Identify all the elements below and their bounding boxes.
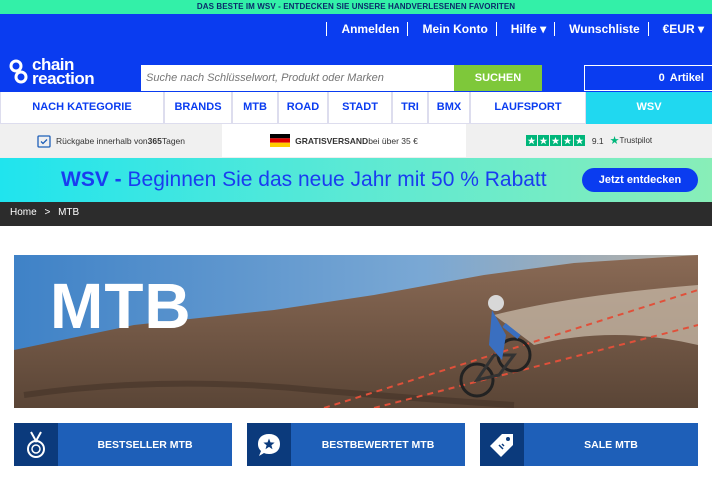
german-flag-icon	[270, 134, 291, 147]
nav-item-wsv[interactable]: WSV	[586, 92, 712, 124]
hero-banner: MTB	[14, 255, 698, 408]
breadcrumb-separator: >	[44, 207, 51, 218]
category-sale-mtb[interactable]: SALE MTB	[480, 423, 698, 466]
price-tag-icon	[480, 423, 524, 466]
search-bar: SUCHE N	[141, 65, 542, 91]
nav-item-tri[interactable]: TRI	[392, 92, 428, 124]
discover-now-button[interactable]: Jetzt entdecken	[582, 168, 698, 192]
nav-item-stadt[interactable]: STADT	[328, 92, 392, 124]
top-announcement-bar[interactable]: DAS BESTE IM WSV - ENTDECKEN SIE UNSERE …	[0, 0, 712, 14]
shipping-info: GRATISVERSAND bei über 35 €	[222, 124, 466, 157]
search-input[interactable]	[141, 65, 454, 91]
medal-icon	[14, 423, 58, 466]
trustpilot-stars-icon	[525, 134, 585, 146]
announcement-text[interactable]: DAS BESTE IM WSV - ENTDECKEN SIE UNSERE …	[197, 2, 515, 11]
category-label: BESTBEWERTET MTB	[321, 438, 435, 451]
breadcrumb-current: MTB	[58, 207, 80, 218]
category-top-rated-mtb[interactable]: BESTBEWERTET MTB	[247, 423, 465, 466]
star-bubble-icon	[247, 423, 291, 466]
cart-button[interactable]: 0 Artikel	[584, 65, 712, 91]
nav-item-brands[interactable]: BRANDS	[164, 92, 232, 124]
rating-score: 9.1	[591, 135, 604, 146]
cart-label: Artikel	[669, 72, 704, 84]
currency-dropdown[interactable]: €EUR ▾	[647, 22, 712, 36]
cart-count: 0	[658, 72, 665, 84]
returns-info: Rückgabe innerhalb von 365 Tagen	[0, 124, 222, 157]
main-nav: NACH KATEGORIE EINKAUFEN BRANDS MTB ROAD…	[0, 92, 712, 143]
trustpilot-label: Trustpilot	[619, 136, 653, 145]
logo-wordmark: chain reaction	[32, 55, 95, 88]
nav-item-laufsport[interactable]: LAUFSPORT	[470, 92, 586, 124]
category-label: BESTSELLER MTB	[97, 438, 193, 451]
calendar-check-icon	[37, 134, 51, 148]
promo-title: WSV - Beginnen Sie das neue Jahr mit 50 …	[61, 168, 547, 191]
nav-item-road[interactable]: ROAD	[278, 92, 328, 124]
chain-reaction-logo[interactable]: chain reaction	[8, 54, 126, 90]
login-link[interactable]: Anmelden	[326, 22, 407, 36]
nav-item-bmx[interactable]: BMX	[428, 92, 470, 124]
breadcrumb-home[interactable]: Home	[10, 207, 37, 218]
promo-banner[interactable]: WSV - Beginnen Sie das neue Jahr mit 50 …	[0, 158, 712, 202]
account-links: Anmelden Mein Konto Hilfe ▾ Wunschliste …	[326, 14, 712, 44]
chain-link-icon	[9, 59, 28, 84]
trustpilot-star-icon: ★	[609, 135, 620, 147]
nav-item-mtb[interactable]: MTB	[232, 92, 278, 124]
help-dropdown[interactable]: Hilfe ▾	[495, 22, 554, 36]
category-label: SALE MTB	[584, 438, 638, 451]
my-account-link[interactable]: Mein Konto	[407, 22, 495, 36]
hero-title: MTB	[50, 270, 192, 342]
search-button[interactable]: SUCHEN	[454, 65, 542, 91]
nav-item-categories[interactable]: NACH KATEGORIE EINKAUFEN	[0, 92, 164, 143]
breadcrumb: Home > MTB	[0, 202, 712, 226]
category-bestseller-mtb[interactable]: BESTSELLER MTB	[14, 423, 232, 466]
trustpilot-rating[interactable]: 9.1 ★ Trustpilot	[466, 124, 712, 157]
site-header: Anmelden Mein Konto Hilfe ▾ Wunschliste …	[0, 14, 712, 92]
wishlist-link[interactable]: Wunschliste	[554, 22, 647, 36]
trust-bar: Rückgabe innerhalb von 365 Tagen GRATISVE…	[0, 124, 712, 158]
